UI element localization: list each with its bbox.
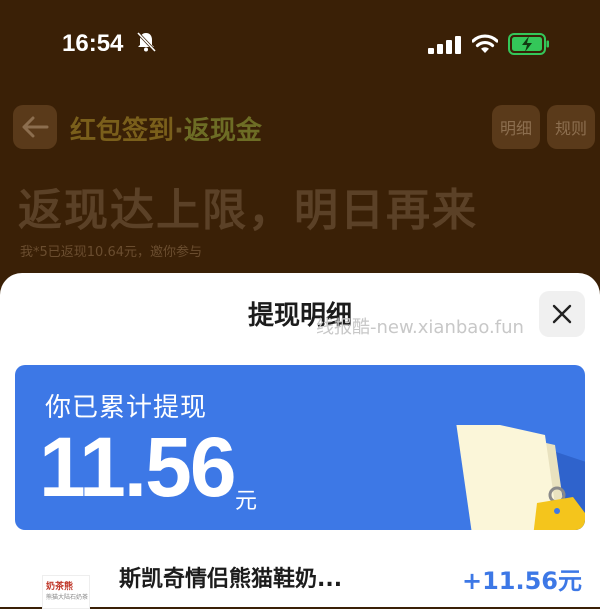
back-button[interactable]	[13, 105, 57, 149]
page-title-main: 红包签到	[70, 116, 175, 146]
close-icon	[552, 304, 572, 324]
watermark-text: 线报酷-new.xianbao.fun	[316, 317, 524, 338]
status-bar: 16:54	[0, 0, 600, 90]
page-title: 红包签到·返现金	[70, 110, 262, 147]
detail-button[interactable]: 明细	[492, 105, 541, 149]
close-button[interactable]	[539, 291, 585, 337]
product-thumbnail: 奶茶熊 熊猫大陆石奶茶	[42, 575, 90, 609]
cellular-signal-icon	[428, 36, 461, 54]
withdrawal-detail-sheet: 提现明细 线报酷-new.xianbao.fun 你已累计提现 11.56 元 …	[0, 273, 600, 609]
page-title-accent: 返现金	[183, 116, 262, 146]
status-time: 16:54	[62, 30, 124, 57]
back-arrow-icon	[22, 116, 49, 138]
page-header: 红包签到·返现金 明细 规则	[0, 100, 600, 160]
record-amount: +11.56元	[461, 567, 582, 595]
wifi-icon	[472, 34, 498, 53]
battery-charging-icon	[508, 33, 549, 55]
rules-button[interactable]: 规则	[547, 105, 596, 149]
total-withdrawn-amount: 11.56	[39, 420, 237, 514]
total-withdrawn-unit: 元	[235, 489, 258, 514]
total-withdrawn-card: 你已累计提现 11.56 元 %	[15, 365, 585, 530]
cashback-invite-text: 我*5已返现10.64元，邀你参与	[20, 245, 202, 260]
thumbnail-caption: 熊猫大陆石奶茶	[46, 594, 89, 601]
discount-tag-illustration: %	[456, 425, 585, 530]
record-name: 斯凯奇情侣熊猫鞋奶...	[119, 567, 343, 592]
bell-muted-icon	[136, 31, 157, 53]
cashback-limit-banner: 返现达上限，明日再来	[18, 185, 478, 236]
list-item[interactable]: 奶茶熊 熊猫大陆石奶茶 斯凯奇情侣熊猫鞋奶... +11.56元	[0, 561, 600, 609]
page-title-separator: ·	[174, 116, 184, 146]
thumbnail-title: 奶茶熊	[46, 582, 74, 592]
